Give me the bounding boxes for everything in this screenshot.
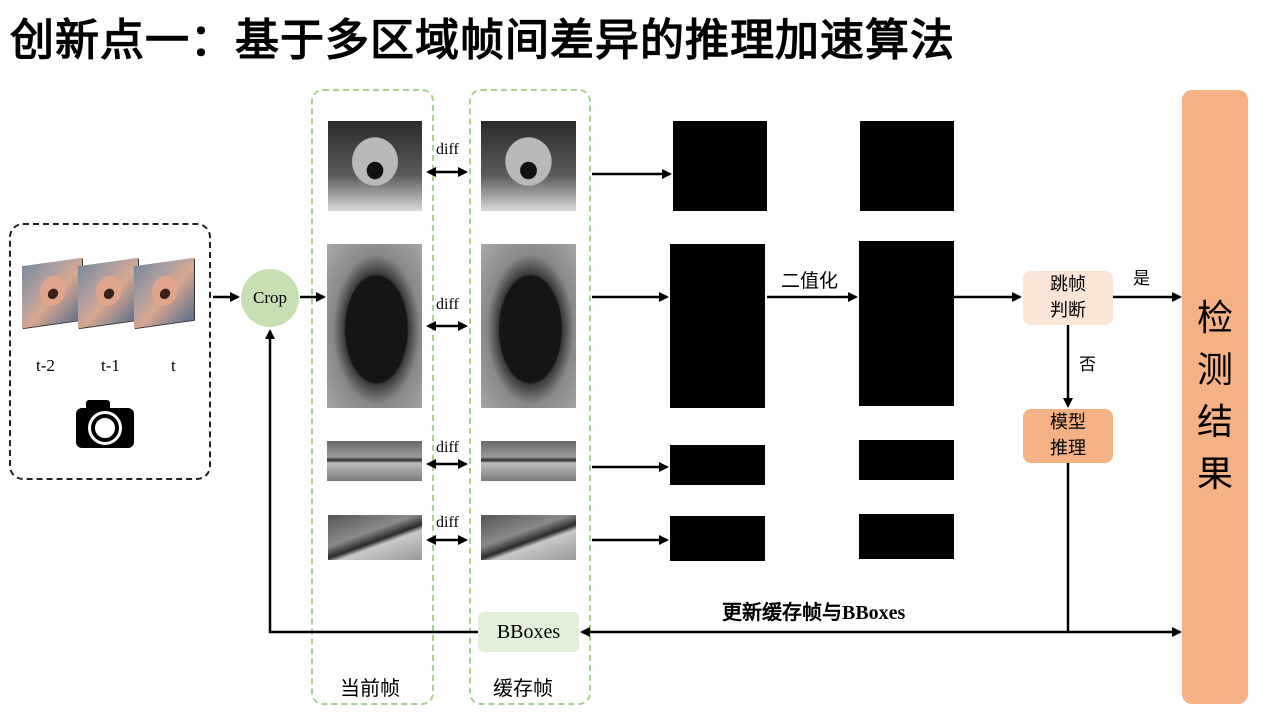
feedback-line [265, 329, 478, 634]
flow-arrows [213, 167, 1182, 637]
